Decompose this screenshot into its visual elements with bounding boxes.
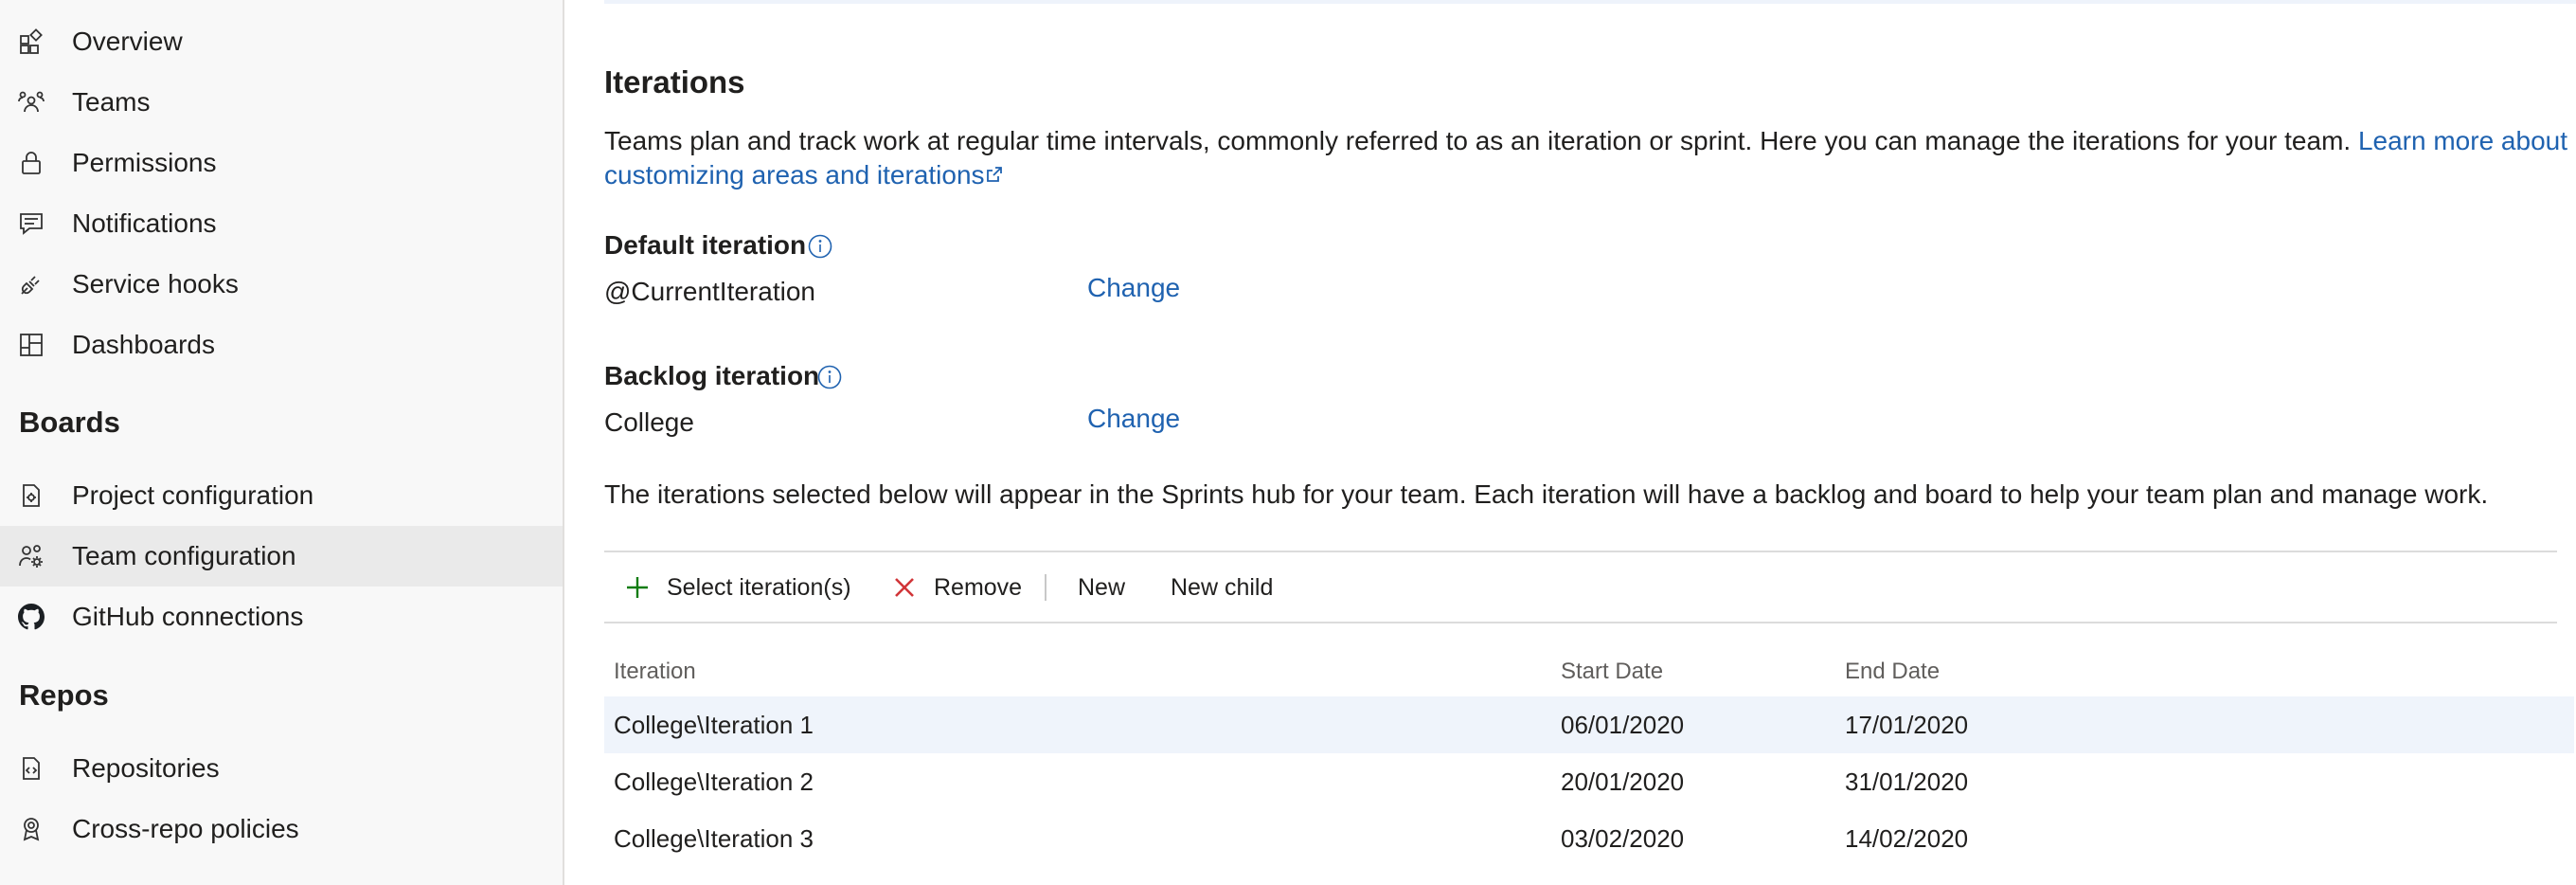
end-date-cell: 14/02/2020 [1845, 824, 1969, 853]
change-backlog-iteration-link[interactable]: Change [1087, 404, 1180, 434]
teams-icon [17, 88, 45, 117]
new-child-label: New child [1171, 573, 1274, 601]
iteration-cell: College\Iteration 1 [614, 711, 814, 739]
sidebar-item-label: GitHub connections [72, 602, 304, 631]
sidebar-item-teams[interactable]: Teams [0, 72, 563, 133]
sidebar-item-service-hooks[interactable]: Service hooks [0, 254, 563, 315]
main-content: Iterations Teams plan and track work at … [566, 0, 2576, 885]
new-button[interactable]: New [1078, 563, 1125, 612]
sidebar-item-notifications[interactable]: Notifications [0, 193, 563, 254]
table-row[interactable]: College\Iteration 1 06/01/2020 17/01/202… [604, 696, 2574, 753]
chat-icon [17, 209, 45, 238]
section-title-boards: Boards [19, 406, 120, 439]
iteration-cell: College\Iteration 3 [614, 824, 814, 853]
sprints-info-text: The iterations selected below will appea… [604, 479, 2489, 509]
sidebar-item-project-configuration[interactable]: Project configuration [0, 465, 563, 526]
description-text: Teams plan and track work at regular tim… [604, 126, 2352, 155]
close-icon [895, 578, 914, 597]
ribbon-icon [17, 815, 45, 843]
table-row[interactable]: College\Iteration 2 20/01/2020 31/01/202… [604, 753, 2574, 810]
sidebar-item-label: Project configuration [72, 480, 314, 510]
dashboard-icon [17, 331, 45, 359]
sidebar-item-label: Dashboards [72, 330, 215, 359]
sidebar-item-team-configuration[interactable]: Team configuration [0, 526, 563, 587]
select-iterations-button[interactable]: Select iteration(s) [625, 563, 851, 612]
new-label: New [1078, 573, 1126, 601]
sidebar-item-label: Service hooks [72, 269, 239, 298]
sidebar-item-permissions[interactable]: Permissions [0, 133, 563, 193]
start-date-cell: 03/02/2020 [1561, 824, 1685, 853]
sidebar: Overview Teams Permissions Notifications… [0, 0, 564, 885]
start-date-cell: 20/01/2020 [1561, 768, 1685, 796]
sidebar-item-label: Permissions [72, 148, 217, 177]
external-link-icon [986, 167, 1002, 182]
sidebar-item-repositories[interactable]: Repositories [0, 738, 563, 799]
code-file-icon [17, 754, 45, 783]
sidebar-item-dashboards[interactable]: Dashboards [0, 315, 563, 375]
end-date-cell: 31/01/2020 [1845, 768, 1969, 796]
table-row[interactable]: College\Iteration 3 03/02/2020 14/02/202… [604, 810, 2574, 867]
lock-icon [17, 149, 45, 177]
column-header-end-date[interactable]: End Date [1845, 659, 1940, 685]
sidebar-item-label: Overview [72, 27, 183, 56]
start-date-cell: 06/01/2020 [1561, 711, 1685, 739]
description: Teams plan and track work at regular tim… [604, 124, 2574, 192]
page-title: Iterations [604, 64, 745, 99]
sidebar-item-label: Team configuration [72, 541, 296, 570]
github-icon [17, 603, 45, 631]
remove-button[interactable]: Remove [892, 563, 1022, 612]
plug-icon [17, 270, 45, 298]
iteration-cell: College\Iteration 2 [614, 768, 814, 796]
backlog-iteration-label: Backlog iteration [604, 361, 820, 390]
top-band [604, 0, 2576, 4]
select-iterations-label: Select iteration(s) [667, 573, 851, 601]
remove-label: Remove [934, 573, 1023, 601]
settings-doc-icon [17, 481, 45, 510]
change-default-iteration-link[interactable]: Change [1087, 273, 1180, 303]
sidebar-item-github-connections[interactable]: GitHub connections [0, 587, 563, 647]
sidebar-item-label: Cross-repo policies [72, 814, 299, 843]
add-icon [627, 577, 648, 598]
sidebar-item-overview[interactable]: Overview [0, 11, 563, 72]
backlog-iteration-value: College [604, 407, 694, 437]
column-header-start-date[interactable]: Start Date [1561, 659, 1663, 685]
sidebar-item-label: Notifications [72, 208, 217, 238]
column-header-iteration[interactable]: Iteration [614, 659, 696, 685]
end-date-cell: 17/01/2020 [1845, 711, 1969, 739]
section-title-repos: Repos [19, 678, 109, 712]
sidebar-item-label: Teams [72, 87, 151, 117]
toolbar-separator [1045, 574, 1046, 601]
toolbar-divider-top [604, 551, 2557, 552]
default-iteration-value: @CurrentIteration [604, 277, 815, 306]
team-settings-icon [17, 542, 45, 570]
info-icon[interactable] [807, 233, 833, 260]
info-icon[interactable] [816, 364, 843, 390]
overview-icon [17, 27, 45, 56]
sidebar-item-cross-repo-policies[interactable]: Cross-repo policies [0, 799, 563, 859]
default-iteration-label: Default iteration [604, 230, 807, 260]
toolbar-divider-bottom [604, 622, 2557, 623]
new-child-button[interactable]: New child [1171, 563, 1273, 612]
sidebar-item-label: Repositories [72, 753, 220, 783]
